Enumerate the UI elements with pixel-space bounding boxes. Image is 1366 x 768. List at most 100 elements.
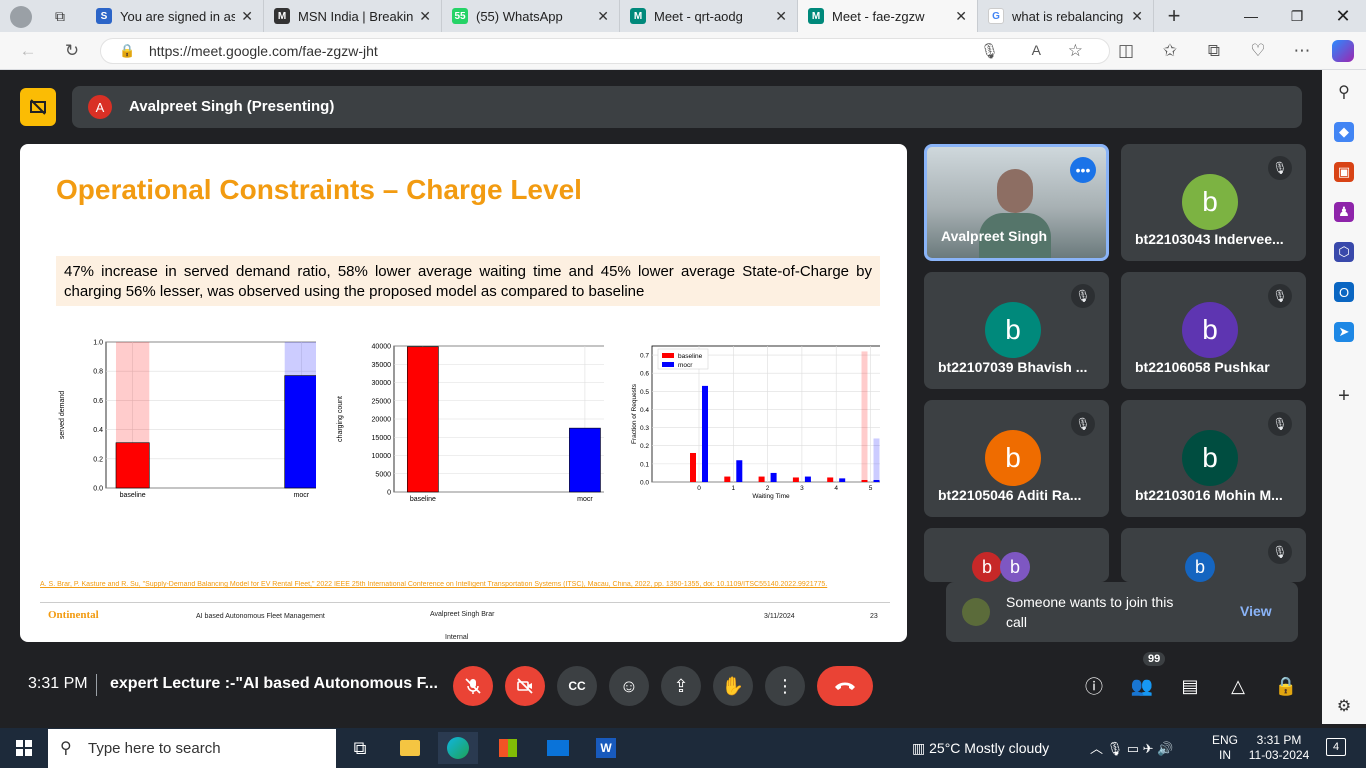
emoji-icon[interactable]: ☺ (609, 666, 649, 706)
browser-tab[interactable]: M MSN India | Breaking ✕ (264, 0, 442, 32)
windows-start-icon[interactable] (4, 732, 44, 764)
url-field[interactable]: 🔒 https://meet.google.com/fae-zgzw-jht 🎙… (100, 38, 1110, 64)
collections-icon[interactable]: ⧉ (1200, 37, 1228, 65)
participant-avatar-secondary: b (1000, 552, 1030, 582)
participant-tile[interactable]: b 🎙 bt22107039 Bhavish ... (924, 272, 1109, 389)
sidebar-search-icon[interactable]: ⚲ (1334, 82, 1354, 102)
browser-tab[interactable]: Gwhat is rebalancing w ✕ (978, 0, 1154, 32)
y-tick-label: 0.8 (93, 369, 103, 376)
footer-author: Avalpreet Singh Brar (430, 611, 495, 618)
more-menu-icon[interactable]: ⋯ (1288, 37, 1316, 65)
language-indicator[interactable]: ENG IN (1212, 733, 1238, 763)
split-screen-icon[interactable]: ◫ (1112, 37, 1140, 65)
taskbar-clock[interactable]: 3:31 PM 11-03-2024 (1246, 733, 1312, 763)
y-tick-label: 0.4 (93, 427, 103, 434)
sidebar-shopping-icon[interactable]: ◆ (1334, 122, 1354, 142)
tab-favicon-icon: G (988, 8, 1004, 24)
task-view-icon[interactable]: ⧉ (340, 732, 380, 764)
tab-close-icon[interactable]: ✕ (241, 8, 253, 25)
profile-avatar[interactable] (10, 6, 32, 28)
lock-icon: 🔒 (119, 43, 136, 58)
presentation-off-icon[interactable] (20, 88, 56, 126)
tile-more-icon[interactable]: ••• (1070, 157, 1096, 183)
mail-icon[interactable] (538, 732, 578, 764)
browser-tab[interactable]: S You are signed in as s ✕ (86, 0, 264, 32)
tab-close-icon[interactable]: ✕ (597, 8, 609, 25)
tab-close-icon[interactable]: ✕ (955, 8, 967, 25)
participant-tile[interactable]: b 🎙 (1121, 528, 1306, 582)
url-text: https://meet.google.com/fae-zgzw-jht (149, 43, 378, 59)
tab-actions-icon[interactable]: ⧉ (50, 6, 70, 26)
sidebar-outlook-icon[interactable]: O (1334, 282, 1354, 302)
file-explorer-icon[interactable] (390, 732, 430, 764)
microphone-icon[interactable]: 🎙 (980, 42, 999, 60)
people-icon[interactable]: 👥 (1122, 666, 1162, 706)
y-tick-label: 0.6 (640, 371, 649, 378)
raise-hand-icon[interactable]: ✋ (713, 666, 753, 706)
tab-close-icon[interactable]: ✕ (1131, 8, 1143, 25)
copilot-icon[interactable] (1332, 40, 1354, 62)
more-options-icon[interactable]: ⋮ (765, 666, 805, 706)
system-tray-icons[interactable]: ︿ 🎙 ▭ ✈ 🔊 (1090, 738, 1173, 757)
footer-course: AI based Autonomous Fleet Management (196, 613, 325, 620)
participant-tile[interactable]: b 🎙 bt22106058 Pushkar (1121, 272, 1306, 389)
meeting-info-icon[interactable]: ⓘ (1074, 666, 1114, 706)
word-icon[interactable]: W (586, 732, 626, 764)
minimize-button[interactable]: — (1228, 0, 1274, 32)
tab-favicon-icon: 55 (452, 8, 468, 24)
sidebar-office-icon[interactable]: ⬡ (1334, 242, 1354, 262)
activities-icon[interactable]: △ (1218, 666, 1258, 706)
captions-icon[interactable]: CC (557, 666, 597, 706)
notification-center-icon[interactable]: 4 (1326, 738, 1346, 756)
sidebar-settings-icon[interactable]: ⚙ (1334, 696, 1354, 716)
tab-favicon-icon: M (274, 8, 290, 24)
edge-taskbar-icon[interactable] (438, 732, 478, 764)
refresh-icon[interactable]: ↻ (58, 37, 86, 65)
participant-tile[interactable]: b 🎙 bt22103016 Mohin M... (1121, 400, 1306, 517)
leave-call-icon[interactable] (817, 666, 873, 706)
weather-widget[interactable]: ▥ 25°C Mostly cloudy (912, 740, 1049, 757)
join-view-button[interactable]: View (1240, 603, 1272, 619)
bar (284, 375, 316, 489)
read-aloud-icon[interactable]: A (1032, 42, 1041, 58)
performance-icon[interactable]: ♡ (1244, 37, 1272, 65)
taskbar-search-box[interactable]: ⚲ Type here to search (48, 729, 336, 768)
present-screen-icon[interactable]: ⇪ (661, 666, 701, 706)
sidebar-tools-icon[interactable]: ▣ (1334, 162, 1354, 182)
favorite-star-icon[interactable]: ☆ (1068, 41, 1083, 61)
camera-off-icon[interactable] (505, 666, 545, 706)
y-tick-label: 0.7 (640, 353, 649, 360)
tab-close-icon[interactable]: ✕ (775, 8, 787, 25)
bar-baseline (724, 476, 731, 482)
favorites-icon[interactable]: ✩ (1156, 37, 1184, 65)
bar-baseline (690, 452, 696, 482)
new-tab-button[interactable]: + (1160, 2, 1188, 30)
y-axis-label: charging count (337, 396, 344, 442)
participant-tile[interactable]: b 🎙 bt22105046 Aditi Ra... (924, 400, 1109, 517)
participant-tile[interactable]: bb (924, 528, 1109, 582)
participant-tile[interactable]: b 🎙 bt22103043 Indervee... (1121, 144, 1306, 261)
meeting-time: 3:31 PM (28, 675, 88, 692)
back-icon[interactable]: ← (14, 37, 42, 65)
sidebar-send-icon[interactable]: ➤ (1334, 322, 1354, 342)
sidebar-games-icon[interactable]: ♟ (1334, 202, 1354, 222)
close-window-button[interactable]: ✕ (1320, 0, 1366, 32)
y-tick-label: 0 (387, 490, 391, 497)
tab-close-icon[interactable]: ✕ (419, 8, 431, 25)
store-icon[interactable] (488, 732, 528, 764)
browser-tab-bar: ⧉ S You are signed in as s ✕ M MSN India | B… (0, 0, 1366, 32)
join-request-toast: Someone wants to join this call View (946, 582, 1298, 642)
chat-icon[interactable]: ▤ (1170, 666, 1210, 706)
browser-tab[interactable]: M Meet - qrt-aodg ✕ (620, 0, 798, 32)
slide-summary: 47% increase in served demand ratio, 58%… (56, 256, 880, 306)
participant-tile[interactable]: ••• Avalpreet Singh (924, 144, 1109, 261)
mic-off-icon[interactable] (453, 666, 493, 706)
participant-name: bt22105046 Aditi Ra... (938, 487, 1082, 503)
y-tick-label: 0.2 (93, 456, 103, 463)
restore-button[interactable]: ❐ (1274, 0, 1320, 32)
browser-tab[interactable]: M Meet - fae-zgzw ✕ (798, 0, 978, 32)
y-tick-label: 0.0 (93, 486, 103, 493)
browser-tab[interactable]: 55 (55) WhatsApp ✕ (442, 0, 620, 32)
sidebar-add-icon[interactable]: + (1334, 385, 1354, 407)
host-controls-icon[interactable]: 🔒 (1266, 666, 1306, 706)
